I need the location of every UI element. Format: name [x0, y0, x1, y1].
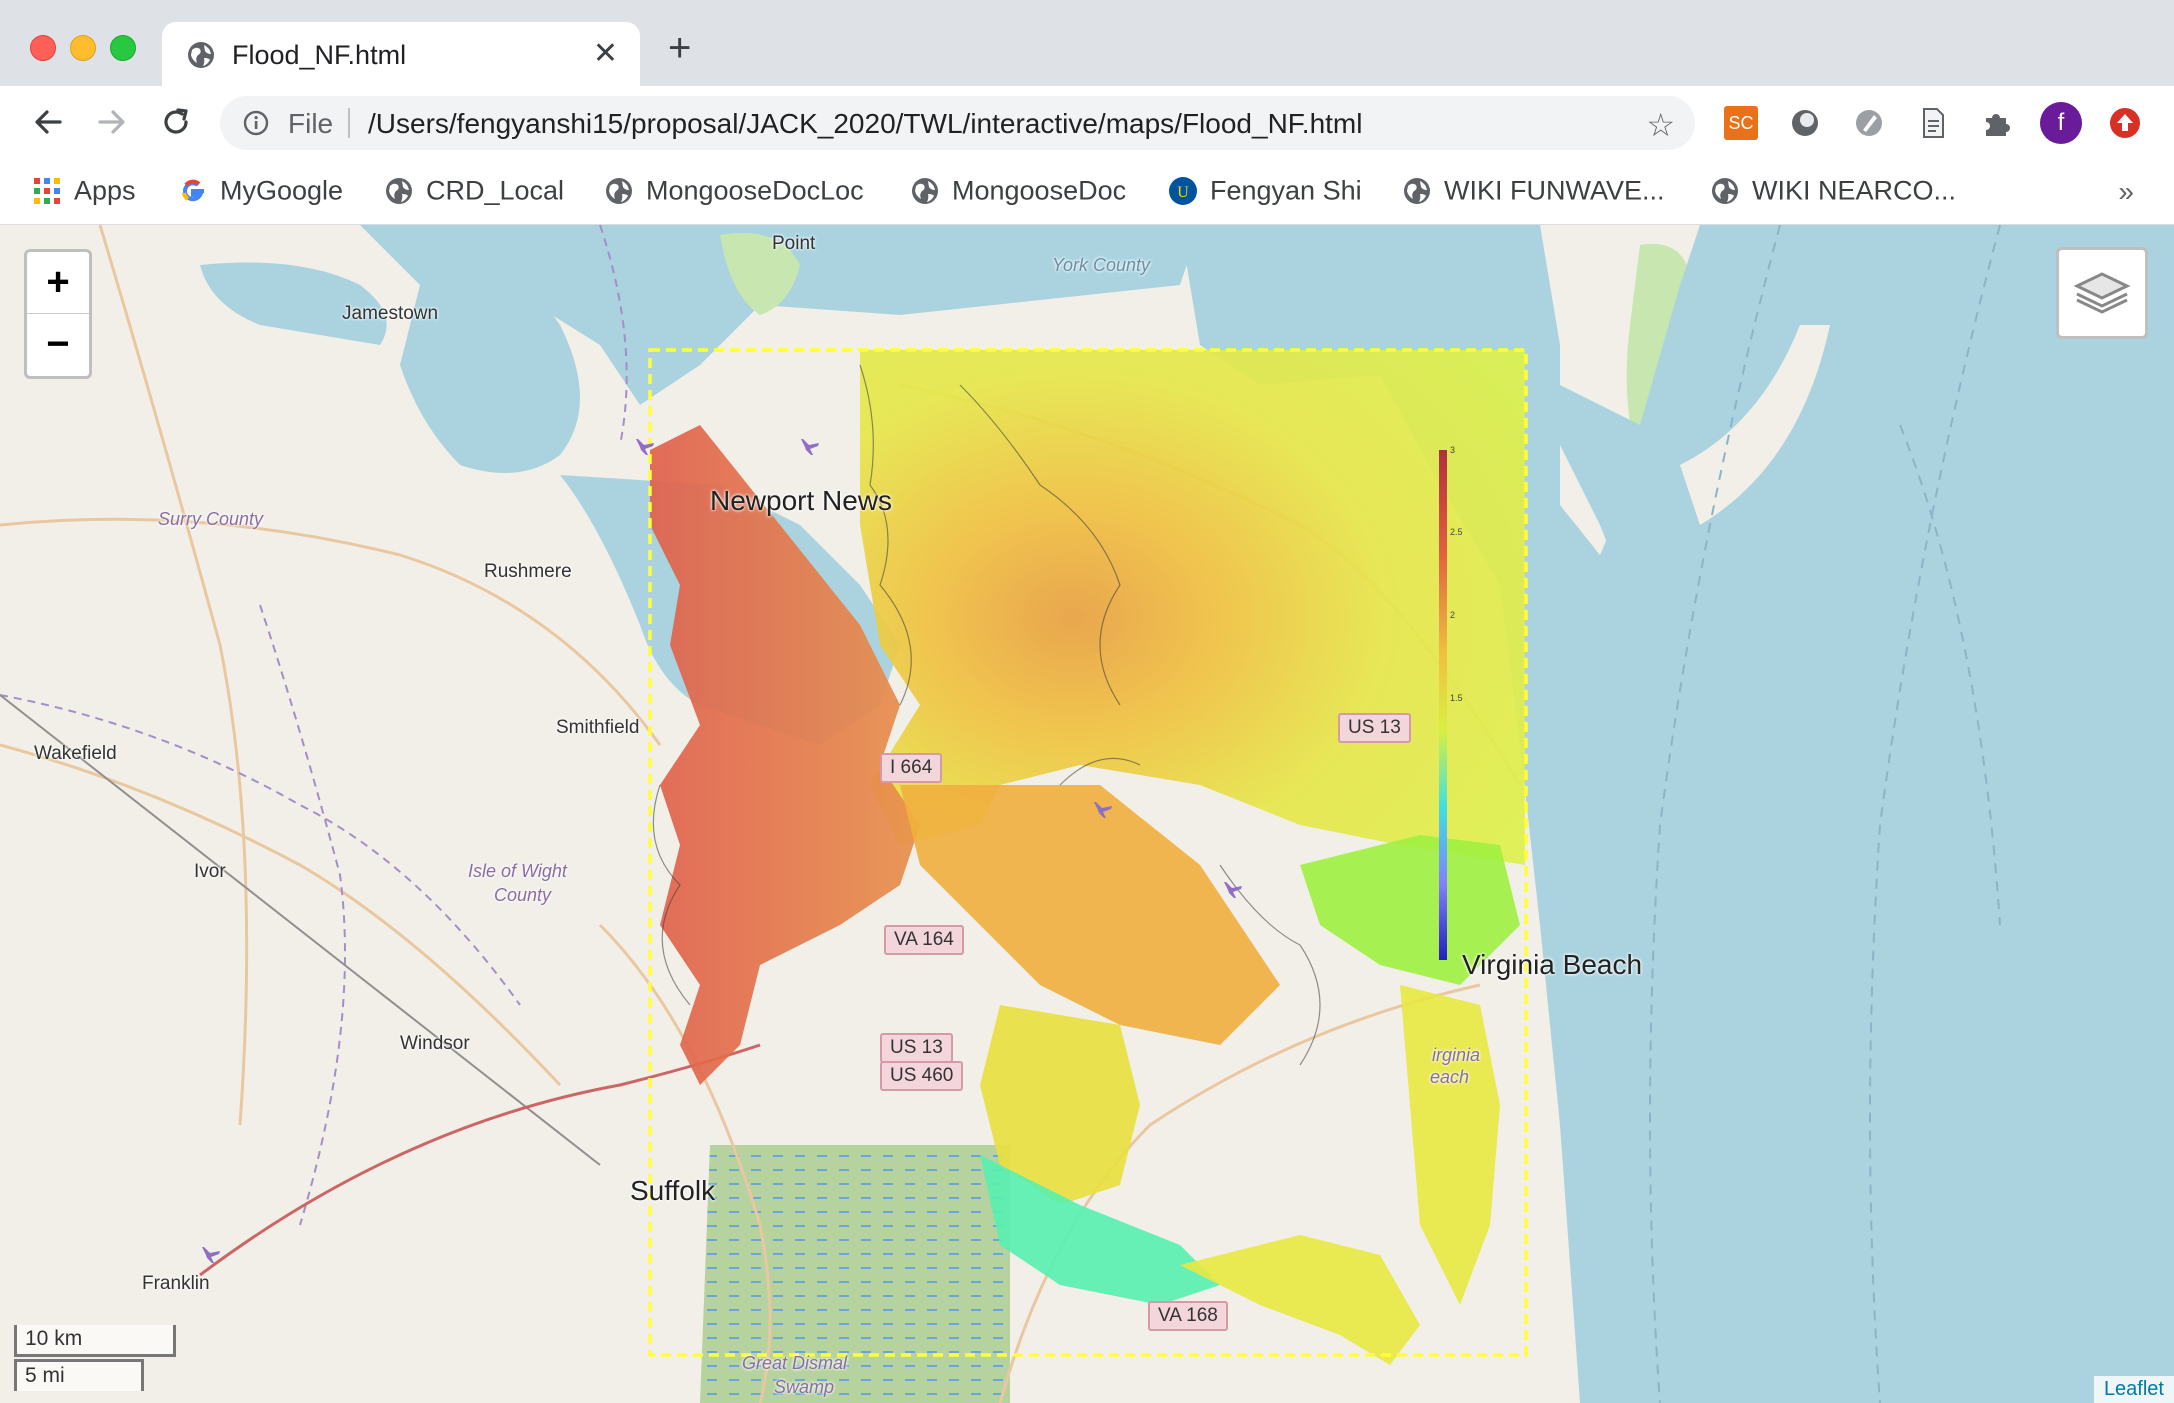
road-shield-va168: VA 168: [1148, 1301, 1228, 1331]
map-label-virginia-beach: Virginia Beach: [1462, 949, 1643, 980]
bookmark-mygoogle[interactable]: MyGoogle: [178, 174, 343, 208]
globe-icon: [912, 177, 938, 204]
zoom-control: + −: [24, 249, 92, 379]
bookmark-mongoosedocloc[interactable]: MongooseDocLoc: [604, 174, 864, 208]
globe-icon: [1404, 177, 1430, 204]
circle-extension-icon[interactable]: [1788, 106, 1822, 140]
back-arrow-icon: [35, 110, 62, 134]
bookmark-star-icon[interactable]: ☆: [1646, 106, 1675, 144]
colorbar-tick-label: 2: [1450, 610, 1456, 620]
colorbar-tick-label: 2.5: [1450, 527, 1463, 537]
map-label-surry-county: Surry County: [158, 509, 264, 529]
bookmark-wiki-funwave[interactable]: WIKI FUNWAVE...: [1402, 174, 1665, 208]
bookmarks-bar: Apps MyGoogle CRD_Local MongooseDocLoc M…: [0, 158, 2174, 225]
globe-icon: [386, 177, 412, 204]
puzzle-extensions-icon[interactable]: [1980, 106, 2014, 140]
map-label-rushmere: Rushmere: [484, 561, 572, 582]
browser-window: Flood_NF.html ✕ + File /Users/fengyanshi…: [0, 0, 2174, 1403]
map-tiles: [0, 225, 2174, 1403]
map-label-beach-small: each: [1430, 1067, 1470, 1087]
address-bar[interactable]: File /Users/fengyanshi15/proposal/JACK_2…: [220, 96, 1695, 150]
map-label-point: Point: [772, 233, 816, 254]
map-label-newport-news: Newport News: [710, 485, 893, 516]
map-label-franklin: Franklin: [142, 1273, 210, 1294]
back-button[interactable]: [28, 102, 68, 142]
info-icon[interactable]: [242, 109, 270, 142]
bookmarks-overflow-button[interactable]: »: [2118, 176, 2134, 208]
url-separator: [348, 108, 350, 138]
bookmark-crd-local[interactable]: CRD_Local: [384, 174, 564, 208]
scale-bar-mi: 5 mi: [14, 1359, 144, 1391]
layers-icon: [2073, 272, 2131, 314]
colorbar-tick-label: 3: [1450, 445, 1456, 455]
update-icon[interactable]: [2108, 106, 2142, 140]
map-label-suffolk: Suffolk: [630, 1175, 716, 1206]
globe-icon: [1712, 177, 1738, 204]
pen-extension-icon[interactable]: [1852, 106, 1886, 140]
road-shield-va164: VA 164: [884, 925, 964, 955]
bookmark-wiki-nearco[interactable]: WIKI NEARCO...: [1710, 174, 1956, 208]
url-text[interactable]: /Users/fengyanshi15/proposal/JACK_2020/T…: [368, 108, 1362, 140]
map-label-wakefield: Wakefield: [34, 743, 117, 764]
scale-bar-km: 10 km: [14, 1325, 176, 1357]
toolbar: File /Users/fengyanshi15/proposal/JACK_2…: [0, 86, 2174, 158]
map-label-virginia-small: irginia: [1432, 1045, 1481, 1065]
leaflet-attribution-link[interactable]: Leaflet: [2093, 1376, 2174, 1403]
sc-extension-icon[interactable]: SC: [1724, 106, 1758, 140]
maximize-window-button[interactable]: [110, 35, 136, 61]
colorbar-tick-label: 1.5: [1450, 693, 1463, 703]
reload-icon: [164, 108, 188, 134]
map-label-york-county: York County: [1052, 255, 1151, 275]
layers-control-button[interactable]: [2056, 247, 2148, 339]
globe-icon: [186, 40, 216, 75]
tab-close-icon[interactable]: ✕: [593, 36, 618, 71]
profile-avatar[interactable]: f: [2040, 102, 2082, 144]
new-tab-button[interactable]: +: [668, 28, 691, 68]
map-label-isle-of-wight-county: County: [494, 885, 552, 905]
leaflet-map[interactable]: 3 2.5 2 1.5 Point York County Jamestown …: [0, 225, 2174, 1403]
map-label-smithfield: Smithfield: [556, 717, 640, 738]
url-scheme-label: File: [288, 108, 334, 139]
map-label-great-dismal: Great Dismal: [742, 1353, 848, 1373]
close-window-button[interactable]: [30, 35, 56, 61]
map-label-ivor: Ivor: [194, 861, 226, 882]
forward-button[interactable]: [92, 102, 132, 142]
road-shield-i664: I 664: [880, 753, 943, 783]
tab-flood-nf[interactable]: Flood_NF.html ✕: [162, 22, 640, 88]
map-label-windsor: Windsor: [400, 1033, 470, 1054]
map-label-jamestown: Jamestown: [342, 303, 439, 324]
apps-grid-icon: [34, 177, 60, 204]
flood-colorbar: [1439, 450, 1447, 960]
university-logo-icon: U: [1169, 176, 1197, 205]
forward-arrow-icon: [98, 110, 125, 134]
road-shield-us13: US 13: [1338, 713, 1411, 743]
bookmark-apps[interactable]: Apps: [32, 174, 136, 208]
reload-button[interactable]: [156, 102, 196, 142]
tab-strip: Flood_NF.html ✕ +: [0, 0, 2174, 88]
road-shield-us460: US 460: [880, 1061, 964, 1091]
zoom-in-button[interactable]: +: [27, 252, 89, 314]
minimize-window-button[interactable]: [70, 35, 96, 61]
road-shield-us13-b: US 13: [880, 1033, 953, 1063]
bookmark-mongoosedoc[interactable]: MongooseDoc: [910, 174, 1126, 208]
svg-text:U: U: [1177, 184, 1189, 201]
map-label-isle-of-wight: Isle of Wight: [468, 861, 567, 881]
tab-title: Flood_NF.html: [232, 40, 407, 70]
zoom-out-button[interactable]: −: [27, 314, 89, 375]
map-label-swamp: Swamp: [774, 1377, 835, 1397]
globe-icon: [606, 177, 632, 204]
bookmark-fengyan-shi[interactable]: U Fengyan Shi: [1168, 174, 1362, 208]
document-extension-icon[interactable]: [1916, 106, 1950, 140]
google-g-icon: [182, 179, 204, 202]
